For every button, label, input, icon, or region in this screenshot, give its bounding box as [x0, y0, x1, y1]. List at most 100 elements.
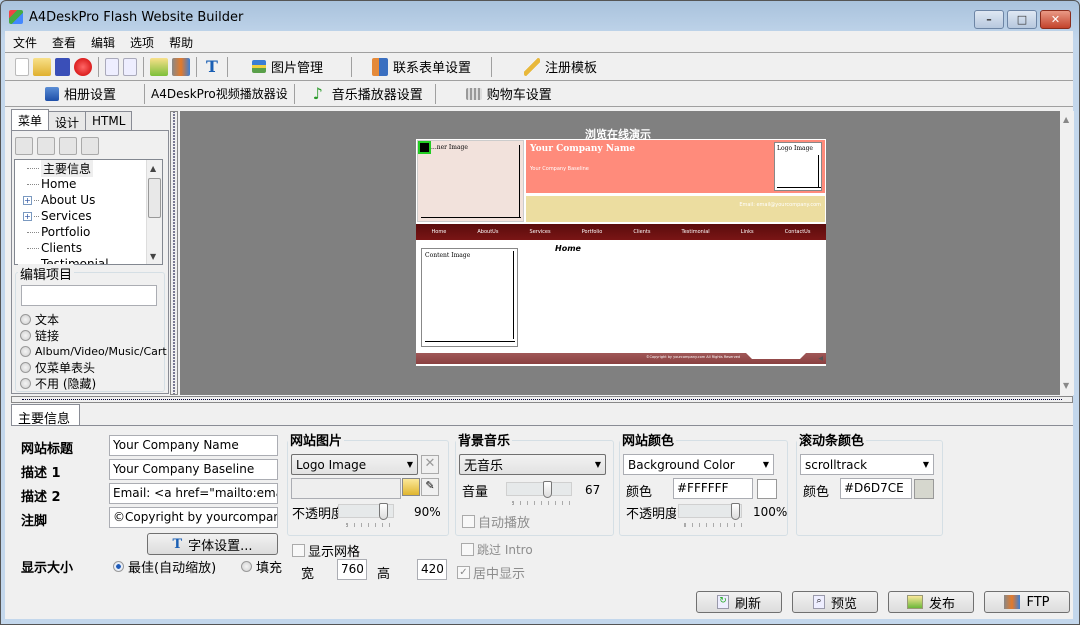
scrollbar-color-select[interactable]: scrolltrack ▼ [800, 454, 934, 475]
maximize-button[interactable]: □ [1007, 10, 1037, 29]
close-button[interactable]: ✕ [1040, 10, 1071, 29]
center-display-checkbox[interactable]: ✓ 居中显示 [457, 563, 525, 582]
radio-text[interactable]: 文本 [20, 311, 167, 327]
tree-item[interactable]: + Services [23, 208, 92, 224]
music-select[interactable]: 无音乐 ▼ [459, 454, 606, 475]
radio-media[interactable]: Album/Video/Music/Cart [20, 343, 167, 359]
skip-intro-checkbox[interactable]: 跳过 Intro [461, 541, 533, 558]
refresh-icon[interactable] [105, 57, 119, 76]
music-player-button[interactable]: ♪ 音乐播放器设置 [303, 84, 429, 103]
scroll-up-icon[interactable]: ▲ [1063, 115, 1069, 124]
scrollbar-color-input[interactable]: #D6D7CE [840, 478, 912, 499]
banner-image-area[interactable]: ...ner Image [417, 140, 524, 222]
company-name[interactable]: Your Company Name [530, 144, 635, 154]
nav-home[interactable]: Home [432, 229, 447, 235]
height-input[interactable]: 420 [417, 559, 447, 580]
radio-link[interactable]: 链接 [20, 327, 167, 343]
site-color-input[interactable]: #FFFFFF [673, 478, 753, 499]
new-file-icon[interactable] [15, 57, 29, 76]
image-opacity-slider[interactable] [338, 503, 394, 520]
site-color-swatch[interactable] [757, 479, 777, 499]
volume-slider[interactable] [506, 481, 572, 498]
nav-testimonial[interactable]: Testimonial [682, 229, 710, 235]
save-icon[interactable] [55, 57, 70, 76]
vertical-splitter[interactable] [170, 111, 178, 395]
desc2-input[interactable]: Email: <a href="mailto:email@yourc [109, 483, 278, 504]
move-down-icon[interactable] [81, 137, 99, 155]
tab-design[interactable]: 设计 [48, 111, 87, 131]
menu-view[interactable]: 查看 [44, 31, 83, 51]
expand-icon[interactable]: + [23, 211, 32, 221]
scrollbar-color-swatch[interactable] [914, 479, 934, 499]
preview-button[interactable]: ⌕ 预览 [792, 591, 878, 613]
site-image-select[interactable]: Logo Image ▼ [291, 454, 418, 475]
tree-scrollbar[interactable]: ▲ ▼ [146, 160, 162, 264]
radio-header-only[interactable]: 仅菜单表头 [20, 359, 167, 375]
site-color-select[interactable]: Background Color ▼ [623, 454, 774, 475]
tree-item[interactable]: Portfolio [27, 224, 90, 240]
video-player-button[interactable]: A4DeskPro视频播放器设 [149, 85, 290, 102]
slider-thumb[interactable] [731, 503, 740, 520]
preview-icon[interactable] [123, 57, 137, 76]
contact-form-button[interactable]: 联系表单设置 [366, 57, 477, 76]
nav-contactus[interactable]: ContactUs [785, 229, 811, 235]
nav-clients[interactable]: Clients [633, 229, 650, 235]
slider-thumb[interactable] [379, 503, 388, 520]
minimize-button[interactable]: – [974, 10, 1004, 29]
scroll-up-icon[interactable]: ▲ [150, 164, 156, 173]
menu-help[interactable]: 帮助 [161, 31, 200, 51]
add-item-icon[interactable] [15, 137, 33, 155]
refresh-button[interactable]: ↻ 刷新 [696, 591, 782, 613]
menu-options[interactable]: 选项 [122, 31, 161, 51]
ftp-icon[interactable] [172, 57, 190, 76]
company-baseline[interactable]: Your Company Baseline [530, 166, 589, 172]
register-template-button[interactable]: 注册模板 [518, 57, 603, 76]
publish-button[interactable]: 发布 [888, 591, 974, 613]
scroll-down-icon[interactable]: ▼ [1063, 381, 1069, 390]
nav-aboutus[interactable]: AboutUs [477, 229, 498, 235]
publish-icon[interactable] [150, 57, 168, 76]
preview-scrollbar[interactable]: ▲ ▼ [1060, 111, 1074, 395]
tab-main-info[interactable]: 主要信息 [11, 404, 80, 427]
font-t-icon[interactable]: T [203, 57, 221, 76]
nav-portfolio[interactable]: Portfolio [582, 229, 603, 235]
slider-thumb[interactable] [543, 481, 552, 498]
show-grid-checkbox[interactable]: 显示网格 [292, 541, 360, 560]
image-manager-button[interactable]: 图片管理 [246, 57, 329, 76]
footer-input[interactable]: ©Copyright by yourcompany.com. . [109, 507, 278, 528]
nav-services[interactable]: Services [530, 229, 551, 235]
open-folder-icon[interactable] [33, 57, 51, 76]
logo-image-area[interactable]: Logo Image [774, 142, 822, 191]
radio-hidden[interactable]: 不用 (隐藏) [20, 375, 167, 391]
close-red-icon[interactable] [74, 57, 92, 76]
tab-menu[interactable]: 菜单 [11, 109, 50, 130]
horizontal-splitter[interactable] [11, 396, 1073, 403]
speaker-icon[interactable]: ◀ [818, 355, 823, 362]
content-image-area[interactable]: Content Image [421, 248, 518, 347]
menu-file[interactable]: 文件 [5, 31, 44, 51]
menu-edit[interactable]: 编辑 [83, 31, 122, 51]
delete-image-icon[interactable]: ✕ [421, 455, 439, 474]
remove-item-icon[interactable] [37, 137, 55, 155]
width-input[interactable]: 760 [337, 559, 367, 580]
tree-item[interactable]: Clients [27, 240, 82, 256]
ftp-button[interactable]: FTP [984, 591, 1070, 613]
tab-html[interactable]: HTML [85, 111, 133, 131]
browse-folder-icon[interactable] [402, 478, 420, 496]
radio-fill[interactable]: 填充 [241, 558, 282, 576]
font-settings-button[interactable]: T 字体设置... [147, 533, 278, 555]
nav-links[interactable]: Links [741, 229, 754, 235]
shopping-cart-button[interactable]: 购物车设置 [460, 84, 558, 103]
desc1-input[interactable]: Your Company Baseline [109, 459, 278, 480]
color-opacity-slider[interactable] [678, 503, 742, 520]
scroll-thumb[interactable] [148, 178, 161, 218]
image-path-input[interactable] [291, 478, 401, 499]
radio-best-fit[interactable]: 最佳(自动缩放) [113, 558, 216, 576]
album-settings-button[interactable]: 相册设置 [39, 84, 122, 103]
tree-item[interactable]: Home [27, 176, 76, 192]
autoplay-checkbox[interactable]: 自动播放 [462, 512, 530, 531]
menu-tree[interactable]: 主要信息 Home + About Us + Services Portfolio … [14, 159, 163, 265]
edit-item-input[interactable] [21, 285, 157, 306]
edit-pencil-icon[interactable]: ✎ [421, 478, 439, 496]
tree-item[interactable]: + About Us [23, 192, 95, 208]
